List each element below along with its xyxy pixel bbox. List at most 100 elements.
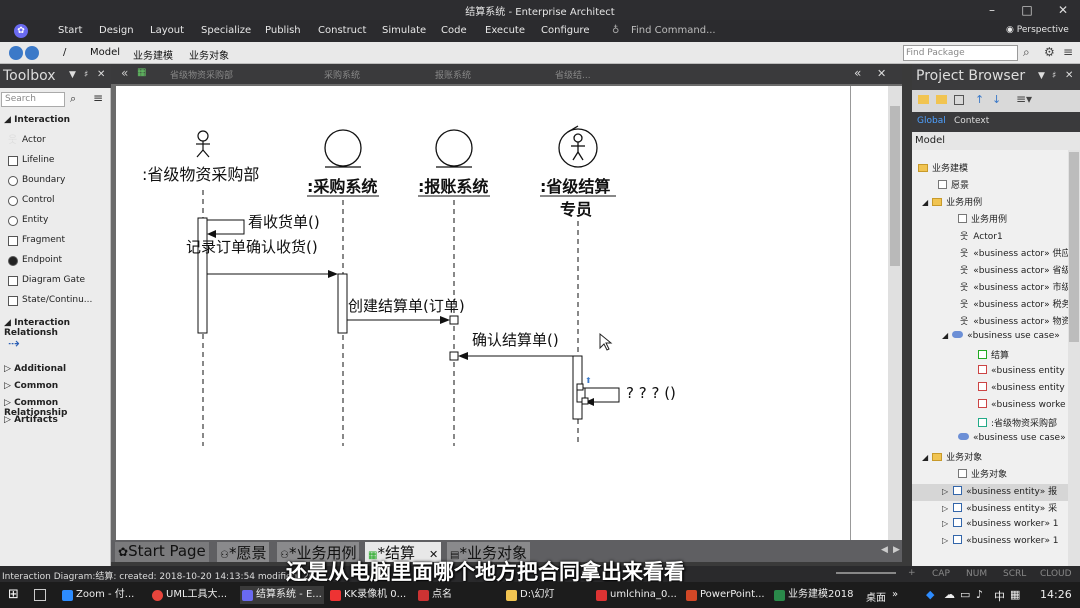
- message-label-2[interactable]: 记录订单确认收货(): [186, 238, 318, 256]
- close-window-button[interactable]: ✕: [1046, 0, 1080, 20]
- toolbox-item-actor[interactable]: Actor: [22, 135, 46, 145]
- forward-icon[interactable]: [25, 46, 39, 60]
- message-label-3[interactable]: 创建结算单(订单): [348, 297, 465, 315]
- volume-icon[interactable]: ♪: [976, 588, 983, 601]
- section-interaction-relationships[interactable]: ◢ Interaction Relationsh: [4, 318, 110, 338]
- lifeline-label-4[interactable]: :省级结算: [540, 177, 610, 196]
- grid-icon[interactable]: ▦: [1010, 588, 1020, 601]
- diagram-vertical-scrollbar[interactable]: [888, 86, 902, 540]
- menu-start[interactable]: Start: [58, 25, 82, 36]
- find-package-input[interactable]: Find Package: [903, 45, 1018, 61]
- pin-icon[interactable]: ♯: [1052, 71, 1056, 81]
- tree-row[interactable]: ▷ «business entity» 采: [912, 501, 1068, 518]
- tree-row[interactable]: 웃 «business actor» 税务: [912, 297, 1068, 314]
- filter-icon[interactable]: ⚙: [1044, 45, 1055, 59]
- collapse-left-icon[interactable]: «: [121, 66, 128, 80]
- find-command-input[interactable]: Find Command...: [631, 25, 716, 36]
- toolbox-item-lifeline[interactable]: Lifeline: [22, 155, 54, 165]
- tree-row[interactable]: ◢ 业务对象: [912, 450, 1068, 467]
- tree-row[interactable]: :省级物资采购部: [912, 416, 1068, 433]
- menu-lines-icon[interactable]: ≡: [93, 91, 103, 105]
- chevron-down-icon[interactable]: ▼: [1038, 71, 1045, 81]
- tab-start-page[interactable]: ✿Start Page: [115, 542, 209, 562]
- lifeline-label-1[interactable]: :省级物资采购部: [142, 165, 259, 184]
- scroll-thumb[interactable]: [1069, 152, 1079, 342]
- message-label-1[interactable]: 看收货单(): [248, 213, 320, 231]
- section-artifacts[interactable]: ▷ Artifacts: [4, 415, 58, 425]
- tab-scroll-left-icon[interactable]: ◀: [881, 545, 888, 555]
- message-4-end-handle[interactable]: [449, 351, 459, 361]
- search-icon[interactable]: ⌕: [70, 92, 76, 106]
- toolbox-item-endpoint[interactable]: Endpoint: [22, 255, 62, 265]
- message-3-end-handle[interactable]: [449, 315, 459, 325]
- tray-expand-icon[interactable]: »: [892, 589, 898, 600]
- tree-row[interactable]: «business entity: [912, 382, 1068, 399]
- toolbox-item-entity[interactable]: Entity: [22, 215, 48, 225]
- breadcrumb-business-modeling[interactable]: 业务建模: [133, 47, 173, 62]
- close-icon[interactable]: ✕: [97, 69, 105, 80]
- tab-scroll-right-icon[interactable]: ▶: [893, 545, 900, 555]
- header-lifeline-3[interactable]: 报账系统: [435, 68, 471, 81]
- menu-code[interactable]: Code: [441, 25, 467, 36]
- menu-simulate[interactable]: Simulate: [382, 25, 426, 36]
- menu-execute[interactable]: Execute: [485, 25, 525, 36]
- tree-row[interactable]: ▷ «business worker» 1: [912, 535, 1068, 552]
- app-menu-icon[interactable]: ✿: [14, 24, 28, 38]
- menu-lines-icon[interactable]: ≡▾: [1016, 92, 1032, 106]
- taskbar-item-pdf[interactable]: umlchina_0...: [594, 586, 678, 604]
- collapse-icon[interactable]: ▷: [942, 519, 948, 528]
- breadcrumb-root[interactable]: /: [63, 47, 66, 58]
- drag-marker-icon[interactable]: ⬆: [585, 376, 592, 385]
- menu-design[interactable]: Design: [99, 25, 134, 36]
- tree-row[interactable]: 业务对象: [912, 467, 1068, 484]
- taskbar-item-business-model[interactable]: 业务建模2018: [772, 586, 858, 604]
- message-label-4[interactable]: 确认结算单(): [472, 331, 559, 349]
- tree-row[interactable]: 웃 «business actor» 市级: [912, 280, 1068, 297]
- tree-row[interactable]: ▷ «business worker» 1: [912, 518, 1068, 535]
- section-additional[interactable]: ▷ Additional: [4, 364, 66, 374]
- taskbar-item-ea[interactable]: 结算系统 - E...: [240, 586, 324, 604]
- header-lifeline-1[interactable]: 省级物资采购部: [170, 68, 233, 81]
- activation-2[interactable]: [337, 273, 348, 334]
- breadcrumb-business-objects[interactable]: 业务对象: [189, 47, 229, 62]
- tree-row[interactable]: 웃 «business actor» 供应: [912, 246, 1068, 263]
- menu-specialize[interactable]: Specialize: [201, 25, 251, 36]
- tree-row[interactable]: 웃 Actor1: [912, 229, 1068, 246]
- lifeline-label-2[interactable]: :采购系统: [307, 177, 377, 196]
- battery-icon[interactable]: ▭: [960, 588, 970, 601]
- tab-vision[interactable]: ⚇*愿景: [217, 542, 270, 562]
- selection-handle[interactable]: [576, 383, 584, 391]
- tree-row[interactable]: 愿景: [912, 178, 1068, 195]
- taskbar-item-powerpoint[interactable]: PowerPoint...: [684, 586, 768, 604]
- tree-row[interactable]: «business entity: [912, 365, 1068, 382]
- collapse-icon[interactable]: ▷: [942, 536, 948, 545]
- tree-row[interactable]: 웃 «business actor» 省级: [912, 263, 1068, 280]
- maximize-button[interactable]: □: [1010, 0, 1044, 20]
- tree-row[interactable]: ◢ 业务用例: [912, 195, 1068, 212]
- network-icon[interactable]: ☁: [944, 588, 955, 601]
- collapse-icon[interactable]: ▷: [942, 487, 948, 496]
- toolbox-item-diagram-gate[interactable]: Diagram Gate: [22, 275, 85, 285]
- taskbar-item-kk[interactable]: KK录像机 0...: [328, 586, 412, 604]
- tree-row[interactable]: 웃 «business actor» 物资: [912, 314, 1068, 331]
- expand-icon[interactable]: ◢: [922, 198, 928, 207]
- close-icon[interactable]: ✕: [1065, 70, 1073, 81]
- expand-icon[interactable]: ◢: [922, 453, 928, 462]
- perspective-button[interactable]: ◉ Perspective: [1006, 25, 1069, 35]
- toolbox-item-control[interactable]: Control: [22, 195, 55, 205]
- activation-1[interactable]: [197, 217, 208, 334]
- breadcrumb-model[interactable]: Model: [90, 47, 120, 58]
- toolbox-item-boundary[interactable]: Boundary: [22, 175, 65, 185]
- windows-start-icon[interactable]: ⊞: [8, 588, 22, 602]
- move-up-icon[interactable]: ↑: [975, 93, 984, 106]
- menu-lines-icon[interactable]: ≡: [1063, 45, 1073, 59]
- expand-icon[interactable]: ◢: [942, 331, 948, 340]
- new-package-icon[interactable]: [936, 95, 947, 104]
- tree-row[interactable]: ▷ «business entity» 报: [912, 484, 1068, 501]
- model-root-row[interactable]: Model: [912, 132, 1080, 150]
- taskbar-item-zoom[interactable]: Zoom - 付...: [60, 586, 146, 604]
- tab-context[interactable]: Context: [954, 116, 989, 126]
- move-down-icon[interactable]: ↓: [992, 93, 1001, 106]
- shield-icon[interactable]: ◆: [926, 588, 934, 601]
- zoom-slider[interactable]: [836, 572, 896, 574]
